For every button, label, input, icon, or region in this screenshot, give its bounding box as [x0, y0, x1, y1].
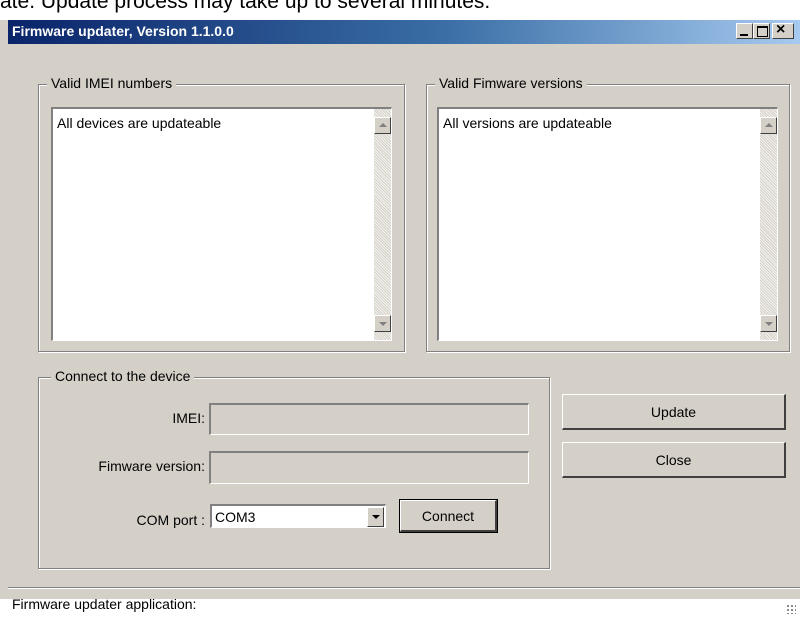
imei-label: IMEI: [172, 410, 205, 426]
firmware-groupbox: Valid Fimware versions All versions are … [426, 75, 790, 352]
firmware-scrollbar[interactable] [760, 109, 777, 340]
chevron-down-icon [372, 515, 380, 519]
imei-field[interactable] [209, 403, 529, 435]
resize-grip-icon[interactable] [786, 604, 796, 614]
imei-scroll-up-button[interactable] [374, 117, 391, 134]
com-port-select[interactable]: COM3 [210, 504, 386, 528]
imei-list-item[interactable]: All devices are updateable [57, 115, 221, 131]
minimize-icon [740, 34, 748, 36]
title-bar[interactable]: Firmware updater, Version 1.1.0.0 × [8, 20, 800, 44]
background-document: ate. Update process may take up to sever… [0, 0, 800, 20]
close-icon: × [776, 21, 786, 38]
imei-group-legend: Valid IMEI numbers [47, 75, 177, 91]
connect-group-legend: Connect to the device [51, 368, 195, 384]
imei-scrollbar[interactable] [374, 109, 391, 340]
imei-groupbox: Valid IMEI numbers All devices are updat… [38, 75, 405, 352]
imei-scroll-down-button[interactable] [374, 315, 391, 332]
status-text: Firmware updater application: [12, 596, 197, 612]
firmware-scroll-up-button[interactable] [760, 117, 777, 134]
arrow-down-icon [379, 322, 387, 326]
connect-button[interactable]: Connect [399, 499, 498, 533]
com-port-label: COM port : [136, 512, 205, 528]
close-window-button[interactable]: × [772, 21, 794, 39]
firmware-list-item[interactable]: All versions are updateable [443, 115, 612, 131]
firmware-listbox[interactable]: All versions are updateable [437, 107, 778, 341]
background-document-text: ate. Update process may take up to sever… [0, 0, 491, 13]
window-title: Firmware updater, Version 1.1.0.0 [12, 23, 234, 39]
arrow-down-icon [765, 322, 773, 326]
com-port-dropdown-button[interactable] [367, 507, 384, 527]
update-button[interactable]: Update [562, 394, 786, 430]
minimize-button[interactable] [736, 23, 753, 39]
arrow-up-icon [765, 123, 773, 127]
firmware-scroll-down-button[interactable] [760, 315, 777, 332]
firmware-version-label: Fimware version: [98, 458, 205, 474]
status-bar: Firmware updater application: [8, 587, 800, 620]
firmware-updater-window: Firmware updater, Version 1.1.0.0 × Vali… [0, 20, 800, 614]
close-button[interactable]: Close [562, 442, 786, 478]
firmware-version-field[interactable] [209, 451, 529, 484]
com-port-value: COM3 [215, 509, 256, 525]
firmware-group-legend: Valid Fimware versions [435, 75, 587, 91]
connect-groupbox: Connect to the device IMEI: Fimware vers… [38, 368, 550, 569]
maximize-button[interactable] [753, 23, 770, 39]
imei-listbox[interactable]: All devices are updateable [51, 107, 392, 341]
arrow-up-icon [379, 123, 387, 127]
maximize-icon [757, 26, 768, 37]
